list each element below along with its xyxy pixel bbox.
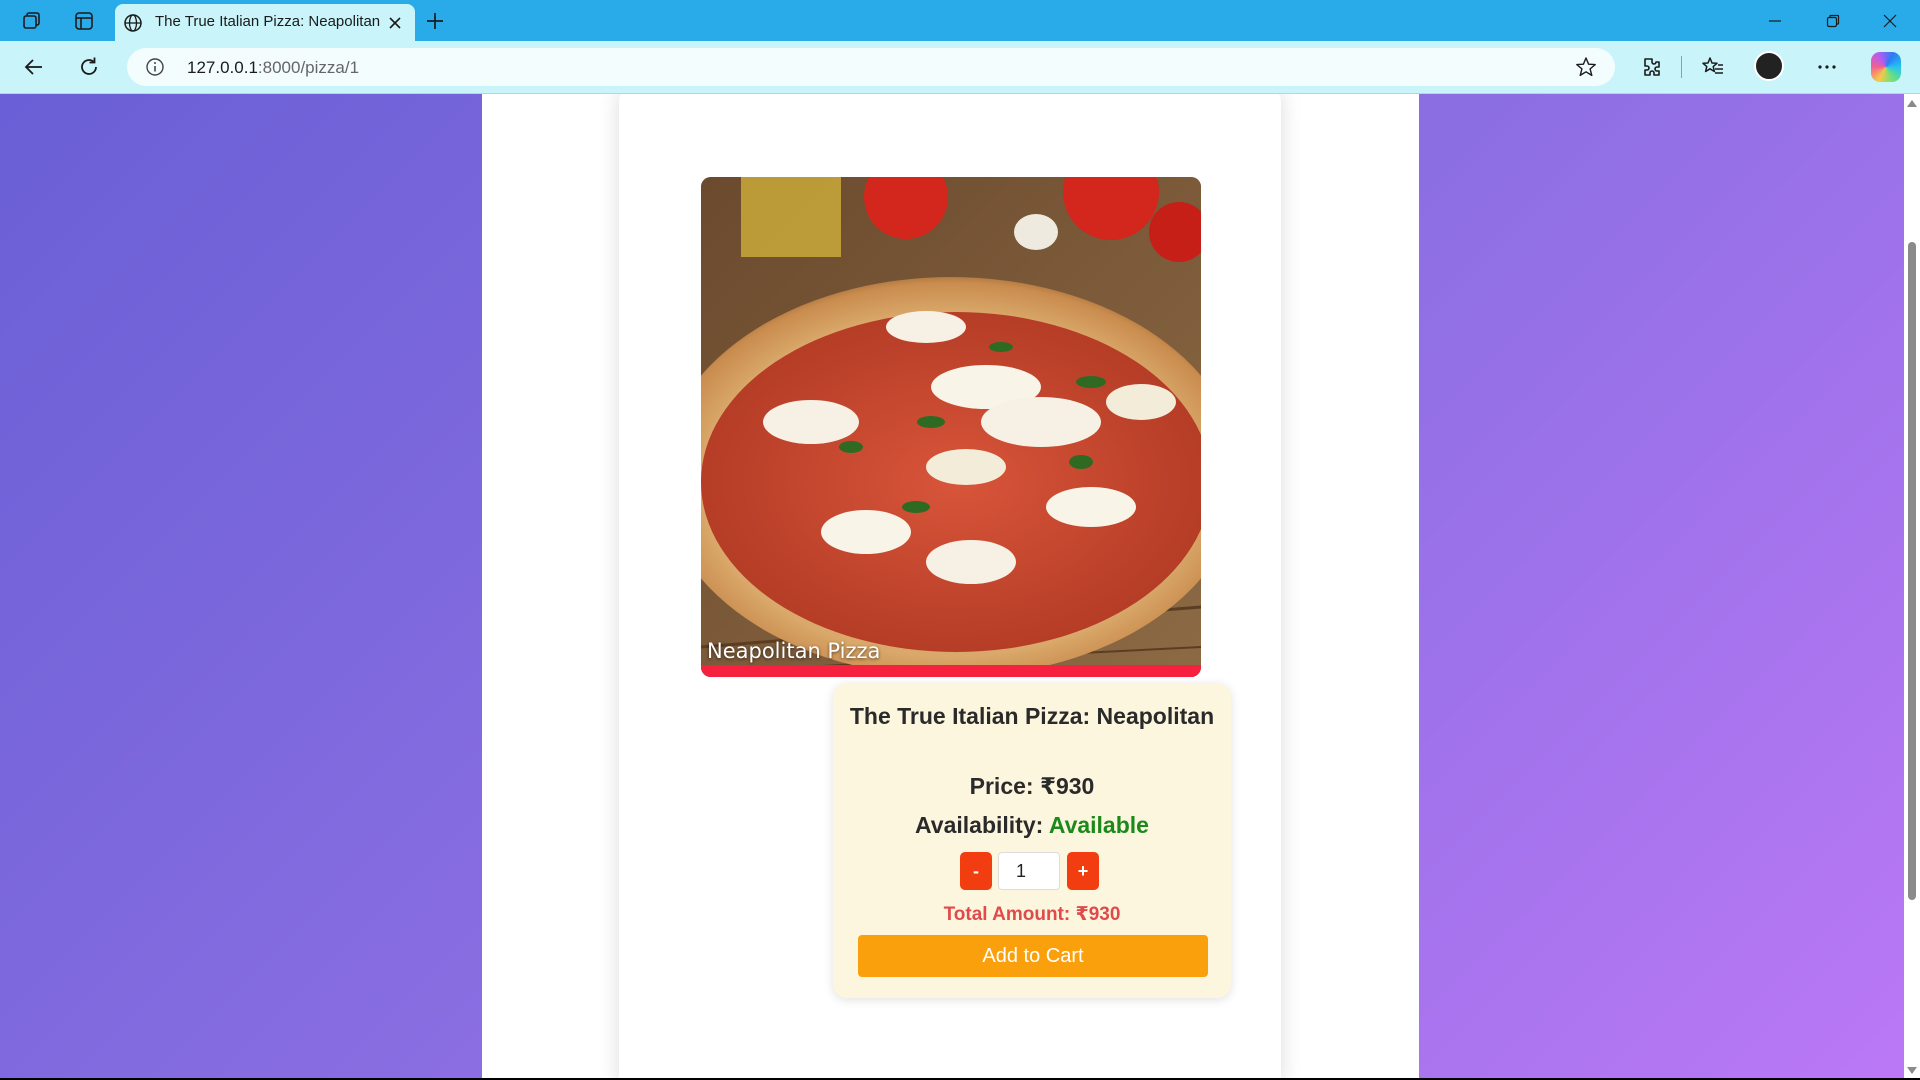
browser-window: The True Italian Pizza: Neapolitan 127.0… — [0, 0, 1920, 1078]
active-tab[interactable]: The True Italian Pizza: Neapolitan — [115, 4, 415, 41]
quantity-input[interactable]: 1 — [998, 852, 1060, 890]
restore-icon[interactable] — [1813, 6, 1853, 36]
close-icon[interactable] — [385, 13, 405, 33]
scroll-down-icon[interactable] — [1907, 1067, 1917, 1074]
total-amount: Total Amount: ₹930 — [943, 904, 1121, 925]
favorites-icon[interactable] — [1699, 53, 1727, 81]
product-availability: Availability: Available — [833, 812, 1231, 839]
globe-icon — [123, 13, 143, 33]
info-icon[interactable] — [145, 57, 165, 77]
favorite-star-icon[interactable] — [1575, 56, 1597, 78]
pizza-image: Neapolitan Pizza — [701, 177, 1201, 677]
add-to-cart-button[interactable]: Add to Cart — [858, 935, 1208, 977]
tab-title: The True Italian Pizza: Neapolitan — [155, 13, 381, 30]
scroll-thumb[interactable] — [1908, 242, 1916, 900]
window-close-icon[interactable] — [1870, 6, 1910, 36]
minimize-icon[interactable] — [1755, 6, 1795, 36]
availability-label: Availability: — [915, 812, 1049, 838]
decrement-button[interactable]: - — [960, 852, 992, 890]
scroll-up-icon[interactable] — [1907, 100, 1917, 107]
more-icon[interactable] — [1813, 53, 1841, 81]
copilot-icon[interactable] — [1871, 52, 1901, 82]
product-card: Neapolitan Pizza The True Italian Pizza:… — [619, 94, 1281, 1078]
tab-strip: The True Italian Pizza: Neapolitan — [0, 0, 1920, 41]
address-bar[interactable]: 127.0.0.1:8000/pizza/1 — [127, 48, 1615, 86]
page-viewport: Neapolitan Pizza The True Italian Pizza:… — [0, 94, 1904, 1078]
product-title: The True Italian Pizza: Neapolitan — [849, 703, 1215, 729]
toolbar-divider — [1681, 56, 1682, 78]
url-text[interactable]: 127.0.0.1:8000/pizza/1 — [187, 58, 359, 78]
availability-value: Available — [1048, 812, 1149, 838]
workspaces-icon[interactable] — [19, 8, 45, 34]
url-host: 127.0.0.1 — [187, 58, 258, 77]
browser-toolbar: 127.0.0.1:8000/pizza/1 — [0, 41, 1920, 94]
back-icon[interactable] — [20, 53, 48, 81]
image-accent-bar — [701, 665, 1201, 677]
increment-button[interactable]: + — [1067, 852, 1099, 890]
quantity-stepper: - 1 + — [833, 852, 1231, 890]
new-tab-icon[interactable] — [422, 8, 448, 34]
product-info-box: The True Italian Pizza: Neapolitan Price… — [833, 683, 1231, 998]
url-path: :8000/pizza/1 — [257, 58, 360, 77]
profile-avatar[interactable] — [1754, 51, 1784, 81]
product-price: Price: ₹930 — [969, 773, 1095, 799]
tab-actions-icon[interactable] — [71, 8, 97, 34]
refresh-icon[interactable] — [75, 53, 103, 81]
extensions-icon[interactable] — [1637, 53, 1665, 81]
image-caption: Neapolitan Pizza — [707, 639, 881, 663]
page-column: Neapolitan Pizza The True Italian Pizza:… — [482, 94, 1419, 1078]
vertical-scrollbar[interactable] — [1904, 94, 1920, 1078]
